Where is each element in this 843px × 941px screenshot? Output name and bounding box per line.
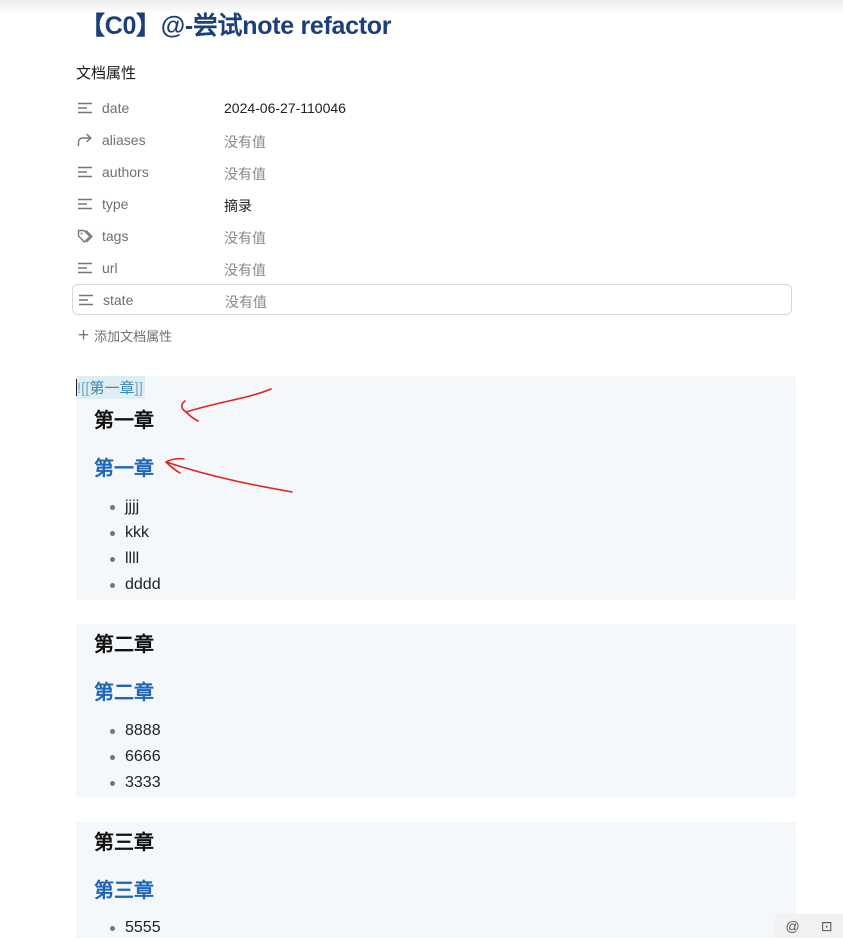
add-property-button[interactable]: + 添加文档属性 — [78, 326, 172, 345]
property-key: tags — [102, 228, 129, 244]
list-item[interactable]: dddd — [94, 572, 161, 598]
wikilink-prefix: ![[ — [77, 380, 90, 397]
forward-arrow-icon — [76, 132, 94, 148]
property-row-date[interactable]: date 2024-06-27-110046 — [72, 93, 792, 123]
property-value[interactable]: 没有值 — [224, 132, 266, 152]
bullet-list: 5555 — [94, 915, 161, 941]
list-item[interactable]: jjjj — [94, 494, 161, 520]
embed-block-section-2[interactable] — [76, 624, 796, 797]
embed-block-section-1[interactable] — [76, 376, 796, 600]
embed-title[interactable]: 第一章 — [94, 404, 154, 433]
property-value[interactable]: 2024-06-27-110046 — [224, 100, 346, 116]
property-row-url[interactable]: url 没有值 — [72, 253, 792, 283]
section-heading[interactable]: 第三章 — [94, 874, 154, 903]
properties-heading[interactable]: 文档属性 — [76, 62, 136, 83]
list-item[interactable]: 6666 — [94, 744, 161, 770]
list-item[interactable]: llll — [94, 546, 161, 572]
tags-icon — [76, 228, 94, 244]
embed-title[interactable]: 第三章 — [94, 826, 154, 855]
list-item[interactable]: 5555 — [94, 915, 161, 941]
wikilink-suffix: ]] — [134, 380, 143, 397]
text-lines-icon — [76, 196, 94, 212]
bullet-list: 8888 6666 3333 — [94, 718, 161, 796]
list-item[interactable]: kkk — [94, 520, 161, 546]
bot-icon[interactable]: ⊡ — [821, 918, 833, 935]
section-heading[interactable]: 第一章 — [94, 452, 154, 481]
property-key: url — [102, 260, 118, 276]
property-row-authors[interactable]: authors 没有值 — [72, 157, 792, 187]
wikilink-text[interactable]: 第一章 — [90, 380, 135, 397]
add-property-label: 添加文档属性 — [94, 329, 173, 344]
property-row-state[interactable]: state 没有值 — [72, 284, 792, 315]
property-key: type — [102, 196, 129, 212]
property-key: aliases — [102, 132, 146, 148]
text-lines-icon — [76, 100, 94, 116]
bullet-list: jjjj kkk llll dddd — [94, 494, 161, 598]
property-key: state — [103, 292, 134, 308]
property-value[interactable]: 没有值 — [224, 260, 266, 280]
embed-block-section-3[interactable] — [76, 822, 796, 938]
property-value[interactable]: 没有值 — [224, 164, 266, 184]
list-item[interactable]: 3333 — [94, 770, 161, 796]
text-lines-icon — [76, 164, 94, 180]
property-row-tags[interactable]: tags 没有值 — [72, 221, 792, 251]
property-key: authors — [102, 164, 149, 180]
text-lines-icon — [77, 292, 95, 308]
property-key: date — [102, 100, 130, 116]
property-value[interactable]: 摘录 — [224, 196, 252, 216]
property-value[interactable]: 没有值 — [224, 228, 266, 248]
text-lines-icon — [76, 260, 94, 276]
list-item[interactable]: 8888 — [94, 718, 161, 744]
property-value[interactable]: 没有值 — [225, 292, 267, 312]
section-heading[interactable]: 第二章 — [94, 676, 154, 705]
page-title[interactable]: 【C0】@-尝试note refactor — [80, 6, 391, 42]
plus-icon: + — [78, 324, 90, 346]
embed-title[interactable]: 第二章 — [94, 628, 154, 657]
property-row-type[interactable]: type 摘录 — [72, 189, 792, 219]
mention-icon[interactable]: @ — [786, 918, 800, 934]
embed-wikilink[interactable]: ![[第一章]] — [76, 376, 145, 399]
corner-toolbar: @ ⊡ — [775, 914, 843, 938]
property-row-aliases[interactable]: aliases 没有值 — [72, 125, 792, 155]
